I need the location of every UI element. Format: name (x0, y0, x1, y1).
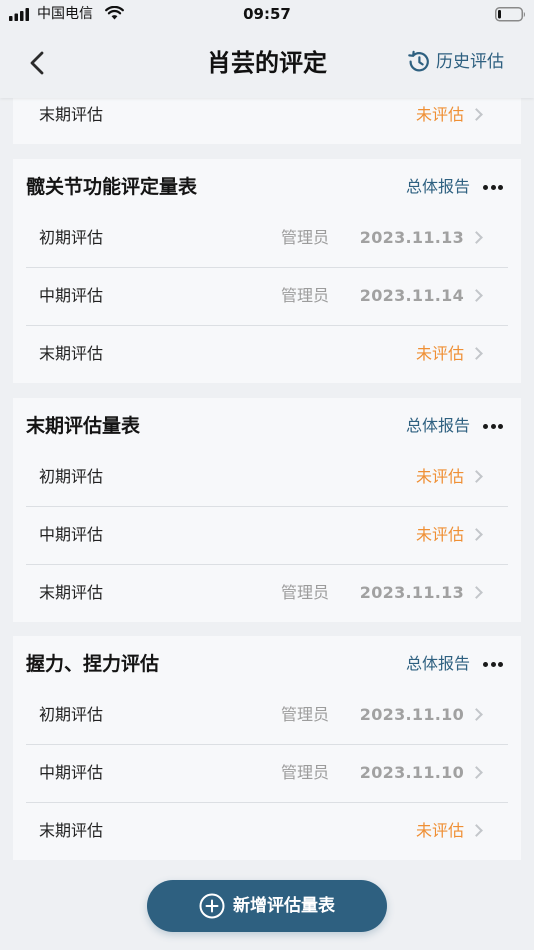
row-label: 末期评估 (39, 821, 104, 840)
assessor-name: 管理员 (280, 583, 329, 602)
card-title: 末期评估量表 (26, 415, 141, 437)
battery-icon (495, 7, 525, 22)
assessment-row[interactable]: 中期评估 管理员 2023.11.10 (13, 744, 521, 802)
status-bar: 中国电信 09:57 (0, 0, 534, 28)
more-dots-icon[interactable] (483, 418, 503, 434)
assessment-row[interactable]: 末期评估 未评估 (13, 802, 521, 860)
pending-status: 未评估 (415, 821, 464, 840)
add-button-label: 新增评估量表 (233, 896, 335, 916)
assessor-name: 管理员 (280, 763, 329, 782)
row-label: 末期评估 (39, 344, 104, 363)
assessment-date: 2023.11.10 (359, 763, 464, 782)
assessment-card: 握力、捏力评估 总体报告 初期评估 管理员 2023.11.10 中期评估 管理… (13, 636, 521, 860)
row-label: 初期评估 (39, 705, 104, 724)
assessment-list[interactable]: 末期评估 未评估 髋关节功能评定量表 总体报告 初期评估 管理员 2023.11… (0, 98, 534, 950)
chevron-right-icon (470, 708, 483, 721)
assessment-row[interactable]: 中期评估 未评估 (13, 506, 521, 564)
row-label: 末期评估 (39, 105, 104, 124)
add-assessment-scale-button[interactable]: 新增评估量表 (147, 880, 387, 932)
card-header: 末期评估量表 总体报告 (13, 398, 521, 448)
chevron-left-icon (30, 51, 44, 75)
assessment-date: 2023.11.13 (359, 228, 464, 247)
history-icon (408, 50, 429, 72)
assessment-row[interactable]: 末期评估 未评估 (13, 98, 521, 144)
chevron-right-icon (470, 766, 483, 779)
row-label: 中期评估 (39, 286, 104, 305)
overall-report-link[interactable]: 总体报告 (406, 652, 470, 676)
more-dots-icon[interactable] (483, 179, 503, 195)
assessment-row[interactable]: 初期评估 管理员 2023.11.10 (13, 686, 521, 744)
plus-circle-icon (199, 893, 225, 919)
card-header: 握力、捏力评估 总体报告 (13, 636, 521, 686)
pending-status: 未评估 (415, 105, 464, 124)
assessor-name: 管理员 (280, 705, 329, 724)
assessment-row[interactable]: 末期评估 管理员 2023.11.13 (13, 564, 521, 622)
chevron-right-icon (470, 586, 483, 599)
assessor-name: 管理员 (280, 228, 329, 247)
row-label: 初期评估 (39, 228, 104, 247)
chevron-right-icon (470, 289, 483, 302)
assessor-name: 管理员 (280, 286, 329, 305)
chevron-right-icon (470, 470, 483, 483)
overall-report-link[interactable]: 总体报告 (406, 414, 470, 438)
back-button[interactable] (22, 44, 52, 82)
chevron-right-icon (470, 824, 483, 837)
chevron-right-icon (470, 108, 483, 121)
assessment-card: 髋关节功能评定量表 总体报告 初期评估 管理员 2023.11.13 中期评估 … (13, 159, 521, 383)
more-dots-icon[interactable] (483, 656, 503, 672)
clock-time: 09:57 (243, 5, 291, 23)
pending-status: 未评估 (415, 525, 464, 544)
row-label: 初期评估 (39, 467, 104, 486)
assessment-date: 2023.11.14 (359, 286, 464, 305)
assessment-row[interactable]: 初期评估 管理员 2023.11.13 (13, 209, 521, 267)
assessment-card: 末期评估量表 总体报告 初期评估 未评估 中期评估 未评估 末期评估 管理员 2… (13, 398, 521, 622)
chevron-right-icon (470, 528, 483, 541)
assessment-date: 2023.11.13 (359, 583, 464, 602)
assessment-card-partial: 末期评估 未评估 (13, 98, 521, 144)
chevron-right-icon (470, 231, 483, 244)
assessment-date: 2023.11.10 (359, 705, 464, 724)
assessment-row[interactable]: 中期评估 管理员 2023.11.14 (13, 267, 521, 325)
history-button[interactable]: 历史评估 (406, 49, 504, 75)
history-label: 历史评估 (436, 52, 504, 72)
overall-report-link[interactable]: 总体报告 (406, 175, 470, 199)
row-label: 中期评估 (39, 525, 104, 544)
assessment-row[interactable]: 末期评估 未评估 (13, 325, 521, 383)
card-title: 髋关节功能评定量表 (26, 176, 198, 198)
pending-status: 未评估 (415, 467, 464, 486)
nav-bar: 肖芸的评定 历史评估 (0, 28, 534, 98)
card-title: 握力、捏力评估 (26, 653, 160, 675)
row-label: 末期评估 (39, 583, 104, 602)
pending-status: 未评估 (415, 344, 464, 363)
card-header: 髋关节功能评定量表 总体报告 (13, 159, 521, 209)
chevron-right-icon (470, 347, 483, 360)
assessment-row[interactable]: 初期评估 未评估 (13, 448, 521, 506)
row-label: 中期评估 (39, 763, 104, 782)
page-title: 肖芸的评定 (207, 49, 327, 77)
